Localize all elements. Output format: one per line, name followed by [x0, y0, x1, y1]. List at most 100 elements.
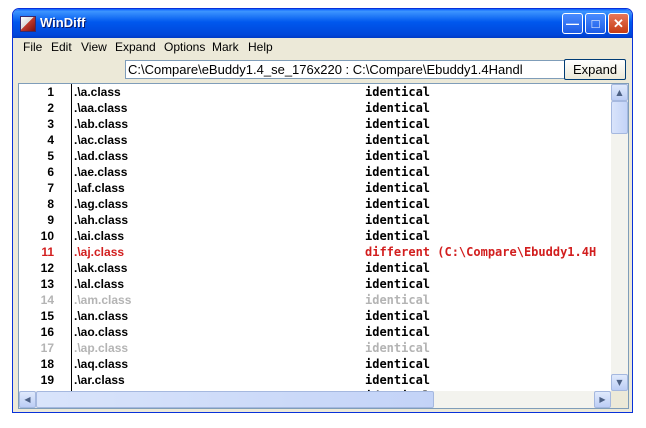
menu-edit[interactable]: Edit: [51, 40, 72, 54]
file-name: .\ac.class: [74, 133, 128, 147]
compare-status: identical: [365, 197, 431, 211]
vertical-scroll-thumb[interactable]: [611, 101, 628, 134]
expand-button[interactable]: Expand: [564, 59, 626, 80]
compare-status: identical: [365, 277, 431, 291]
path-bar: C:\Compare\eBuddy1.4_se_176x220 : C:\Com…: [19, 59, 626, 81]
file-name: .\ab.class: [74, 117, 129, 131]
compare-status: identical: [365, 357, 431, 371]
compare-path-field: C:\Compare\eBuddy1.4_se_176x220 : C:\Com…: [125, 60, 565, 79]
file-row[interactable]: 19 .\ar.class identical: [19, 372, 611, 388]
row-number: 19: [40, 373, 54, 387]
file-rows[interactable]: 1 .\a.class identical 2 .\aa.class identical 3…: [19, 84, 611, 391]
file-row[interactable]: 10 .\ai.class identical: [19, 228, 611, 244]
menu-bar: File Edit View Expand Options Mark Help: [16, 38, 629, 57]
scroll-left-button[interactable]: ◀: [19, 391, 36, 408]
compare-status: identical: [365, 325, 431, 339]
file-name: .\aq.class: [74, 357, 129, 371]
compare-status: identical: [365, 309, 431, 323]
compare-status: identical: [365, 261, 431, 275]
vertical-scrollbar[interactable]: ▲ ▼: [611, 84, 628, 391]
row-number: 2: [47, 101, 54, 115]
compare-status: identical: [365, 293, 431, 307]
scroll-right-button[interactable]: ▶: [594, 391, 611, 408]
row-number: 3: [47, 117, 54, 131]
file-name: .\a.class: [74, 85, 121, 99]
file-name: .\aj.class: [74, 245, 125, 259]
file-row[interactable]: 8 .\ag.class identical: [19, 196, 611, 212]
row-number: 1: [47, 85, 54, 99]
file-row[interactable]: 16 .\ao.class identical: [19, 324, 611, 340]
row-number: 12: [40, 261, 54, 275]
row-number: 5: [47, 149, 54, 163]
file-name: .\an.class: [74, 309, 129, 323]
file-row[interactable]: 14 .\am.class identical: [19, 292, 611, 308]
maximize-button[interactable]: □: [585, 13, 606, 34]
menu-help[interactable]: Help: [248, 40, 273, 54]
horizontal-scroll-thumb[interactable]: [36, 391, 434, 408]
compare-status: identical: [365, 149, 431, 163]
menu-mark[interactable]: Mark: [212, 40, 239, 54]
compare-status: identical: [365, 165, 431, 179]
file-row[interactable]: 6 .\ae.class identical: [19, 164, 611, 180]
compare-status: identical: [365, 85, 431, 99]
file-row[interactable]: 5 .\ad.class identical: [19, 148, 611, 164]
compare-status: identical: [365, 229, 431, 243]
compare-status: identical: [365, 213, 431, 227]
row-number: 18: [40, 357, 54, 371]
file-row[interactable]: 4 .\ac.class identical: [19, 132, 611, 148]
row-number: 7: [47, 181, 54, 195]
close-button[interactable]: ✕: [608, 13, 629, 34]
file-list[interactable]: 1 .\a.class identical 2 .\aa.class identical 3…: [18, 83, 629, 409]
file-name: .\ao.class: [74, 325, 129, 339]
file-name: .\ai.class: [74, 229, 125, 243]
file-row[interactable]: 18 .\aq.class identical: [19, 356, 611, 372]
scrollbar-corner: [611, 391, 628, 408]
menu-file[interactable]: File: [23, 40, 42, 54]
scroll-down-button[interactable]: ▼: [611, 374, 628, 391]
file-name: .\aa.class: [74, 101, 128, 115]
row-number: 4: [47, 133, 54, 147]
compare-status: identical: [365, 117, 431, 131]
file-row[interactable]: 11 .\aj.class different (C:\Compare\Ebuddy…: [19, 244, 611, 260]
file-name: .\ad.class: [74, 149, 129, 163]
menu-options[interactable]: Options: [164, 40, 205, 54]
file-name: .\ar.class: [74, 373, 125, 387]
title-bar[interactable]: WinDiff — □ ✕: [13, 9, 632, 38]
file-name: .\ag.class: [74, 197, 129, 211]
scroll-up-button[interactable]: ▲: [611, 84, 628, 101]
menu-view[interactable]: View: [81, 40, 107, 54]
file-row[interactable]: 13 .\al.class identical: [19, 276, 611, 292]
compare-status: identical: [365, 101, 431, 115]
file-name: .\ae.class: [74, 165, 128, 179]
row-number: 11: [41, 245, 54, 259]
file-name: .\af.class: [74, 181, 125, 195]
file-row[interactable]: 17 .\ap.class identical: [19, 340, 611, 356]
compare-status: identical: [365, 133, 431, 147]
row-number: 16: [40, 325, 54, 339]
row-number: 17: [40, 341, 54, 355]
compare-status: different (C:\Compare\Ebuddy1.4H: [365, 245, 597, 259]
file-name: .\ak.class: [74, 261, 128, 275]
file-row[interactable]: 9 .\ah.class identical: [19, 212, 611, 228]
file-name: .\am.class: [74, 293, 132, 307]
file-name: .\ah.class: [74, 213, 129, 227]
row-number: 6: [47, 165, 54, 179]
file-name: .\ap.class: [74, 341, 129, 355]
windiff-window: WinDiff — □ ✕ File Edit View Expand Opti…: [12, 8, 633, 413]
row-number: 9: [47, 213, 54, 227]
row-number: 14: [40, 293, 54, 307]
file-row[interactable]: 12 .\ak.class identical: [19, 260, 611, 276]
row-number: 10: [40, 229, 54, 243]
minimize-button[interactable]: —: [562, 13, 583, 34]
horizontal-scrollbar[interactable]: ◀ ▶: [19, 391, 611, 408]
file-row[interactable]: 3 .\ab.class identical: [19, 116, 611, 132]
menu-expand[interactable]: Expand: [115, 40, 156, 54]
file-row[interactable]: 2 .\aa.class identical: [19, 100, 611, 116]
file-row[interactable]: 15 .\an.class identical: [19, 308, 611, 324]
file-row[interactable]: 1 .\a.class identical: [19, 84, 611, 100]
row-number: 13: [40, 277, 54, 291]
windiff-app-icon[interactable]: [20, 16, 36, 32]
file-row[interactable]: 7 .\af.class identical: [19, 180, 611, 196]
window-title: WinDiff: [40, 15, 86, 30]
row-number: 8: [47, 197, 54, 211]
